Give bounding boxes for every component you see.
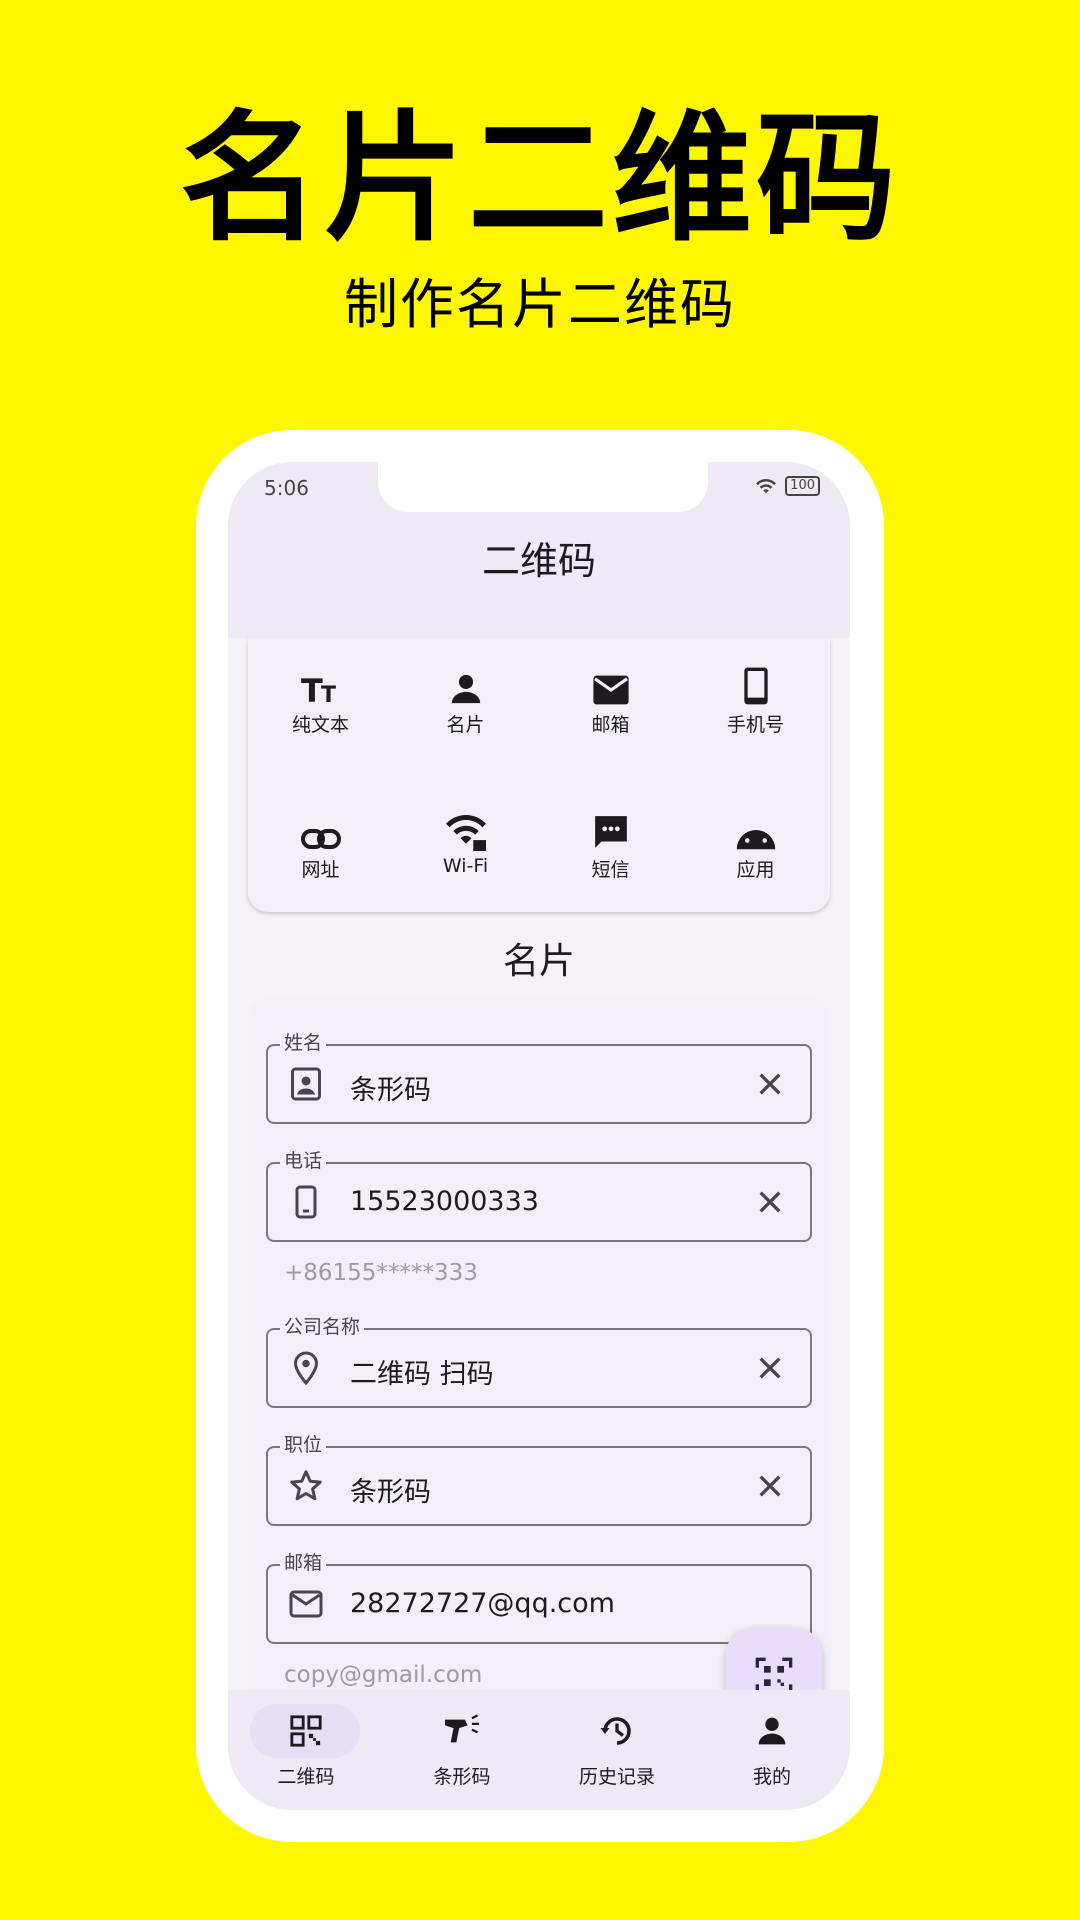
nav-label: 二维码 — [277, 1766, 335, 1788]
type-phone[interactable]: 手机号 — [683, 658, 828, 758]
nav-item-history[interactable]: 历史记录 — [539, 1704, 695, 1804]
nav-item-barcode[interactable]: 条形码 — [384, 1704, 540, 1804]
type-label: 应用 — [736, 859, 775, 881]
field-value: 二维码 扫码 — [350, 1359, 494, 1390]
person-icon — [451, 674, 480, 704]
field-label: 职位 — [280, 1434, 327, 1456]
phone-field[interactable]: 电话 15523000333 — [266, 1150, 812, 1242]
type-label: 短信 — [591, 859, 630, 881]
app-bar: 5:06 100 二维码 — [228, 462, 850, 638]
status-time: 5:06 — [264, 476, 309, 500]
clear-icon[interactable] — [754, 1470, 786, 1502]
android-icon — [736, 830, 775, 850]
qr-type-grid: TT 纯文本 名片 邮箱 手机号 网址 Wi-Fi 短信 应用 — [248, 638, 830, 912]
type-sms[interactable]: 短信 — [538, 803, 683, 903]
svg-text:T: T — [321, 683, 336, 706]
nav-label: 条形码 — [433, 1766, 491, 1788]
type-label: 纯文本 — [291, 714, 349, 736]
wifi-lock-icon — [445, 814, 486, 851]
field-label: 公司名称 — [280, 1316, 365, 1338]
clear-icon[interactable] — [754, 1068, 786, 1100]
field-value: 15523000333 — [350, 1186, 539, 1217]
app-screen: 5:06 100 二维码 TT 纯文本 名片 邮箱 手机号 网址 Wi-Fi 短… — [228, 462, 850, 1810]
wifi-status-icon — [756, 478, 777, 494]
name-field[interactable]: 姓名 条形码 — [266, 1032, 812, 1124]
type-text[interactable]: TT 纯文本 — [248, 658, 393, 758]
section-title: 名片 — [502, 941, 575, 982]
notch — [378, 462, 708, 512]
type-email[interactable]: 邮箱 — [538, 658, 683, 758]
field-label: 电话 — [280, 1150, 327, 1172]
text-icon: TT — [301, 672, 336, 706]
status-icons: 100 — [755, 476, 820, 496]
field-value: 28272727@qq.com — [350, 1588, 615, 1619]
contact-card-icon — [291, 1067, 321, 1101]
email-helper-text: copy@gmail.com — [284, 1662, 483, 1688]
type-url[interactable]: 网址 — [248, 803, 393, 903]
type-label: Wi-Fi — [442, 855, 489, 877]
qr-grid-icon — [290, 1715, 322, 1747]
type-label: 网址 — [301, 859, 340, 881]
sms-icon — [594, 816, 627, 848]
phone-icon — [295, 1185, 317, 1219]
promo-subtitle: 制作名片二维码 — [344, 273, 736, 336]
phone-icon — [743, 667, 768, 705]
phone-frame: 5:06 100 二维码 TT 纯文本 名片 邮箱 手机号 网址 Wi-Fi 短… — [196, 430, 884, 1842]
type-wifi[interactable]: Wi-Fi — [393, 803, 538, 903]
link-icon — [300, 829, 341, 849]
clear-icon[interactable] — [754, 1186, 786, 1218]
nav-item-qrcode[interactable]: 二维码 — [228, 1704, 384, 1804]
field-label: 邮箱 — [280, 1552, 327, 1574]
svg-text:T: T — [301, 672, 323, 706]
field-value: 条形码 — [350, 1477, 431, 1508]
field-value: 条形码 — [350, 1075, 431, 1106]
position-field[interactable]: 职位 条形码 — [266, 1434, 812, 1526]
mail-outline-icon — [289, 1590, 323, 1618]
nav-item-mine[interactable]: 我的 — [694, 1704, 850, 1804]
clear-icon[interactable] — [754, 1352, 786, 1384]
bottom-navigation: 二维码 条形码 历史记录 我的 — [228, 1690, 850, 1810]
page-title: 二维码 — [481, 539, 596, 583]
person-icon — [758, 1717, 786, 1745]
star-icon — [290, 1470, 322, 1501]
mail-icon — [592, 675, 629, 705]
scanner-icon — [445, 1714, 479, 1743]
nav-label: 历史记录 — [578, 1766, 655, 1788]
type-vcard[interactable]: 名片 — [393, 658, 538, 758]
type-app[interactable]: 应用 — [683, 803, 828, 903]
promo-title: 名片二维码 — [179, 98, 900, 261]
field-label: 姓名 — [280, 1032, 327, 1054]
phone-helper-text: +86155*****333 — [284, 1260, 478, 1286]
type-label: 邮箱 — [591, 714, 630, 736]
type-label: 手机号 — [726, 714, 784, 736]
company-field[interactable]: 公司名称 二维码 扫码 — [266, 1316, 812, 1408]
location-pin-icon — [293, 1351, 319, 1386]
battery-indicator: 100 — [785, 476, 820, 496]
email-field[interactable]: 邮箱 28272727@qq.com — [266, 1552, 812, 1644]
history-icon — [600, 1717, 631, 1745]
type-label: 名片 — [446, 714, 485, 736]
nav-label: 我的 — [752, 1766, 791, 1788]
